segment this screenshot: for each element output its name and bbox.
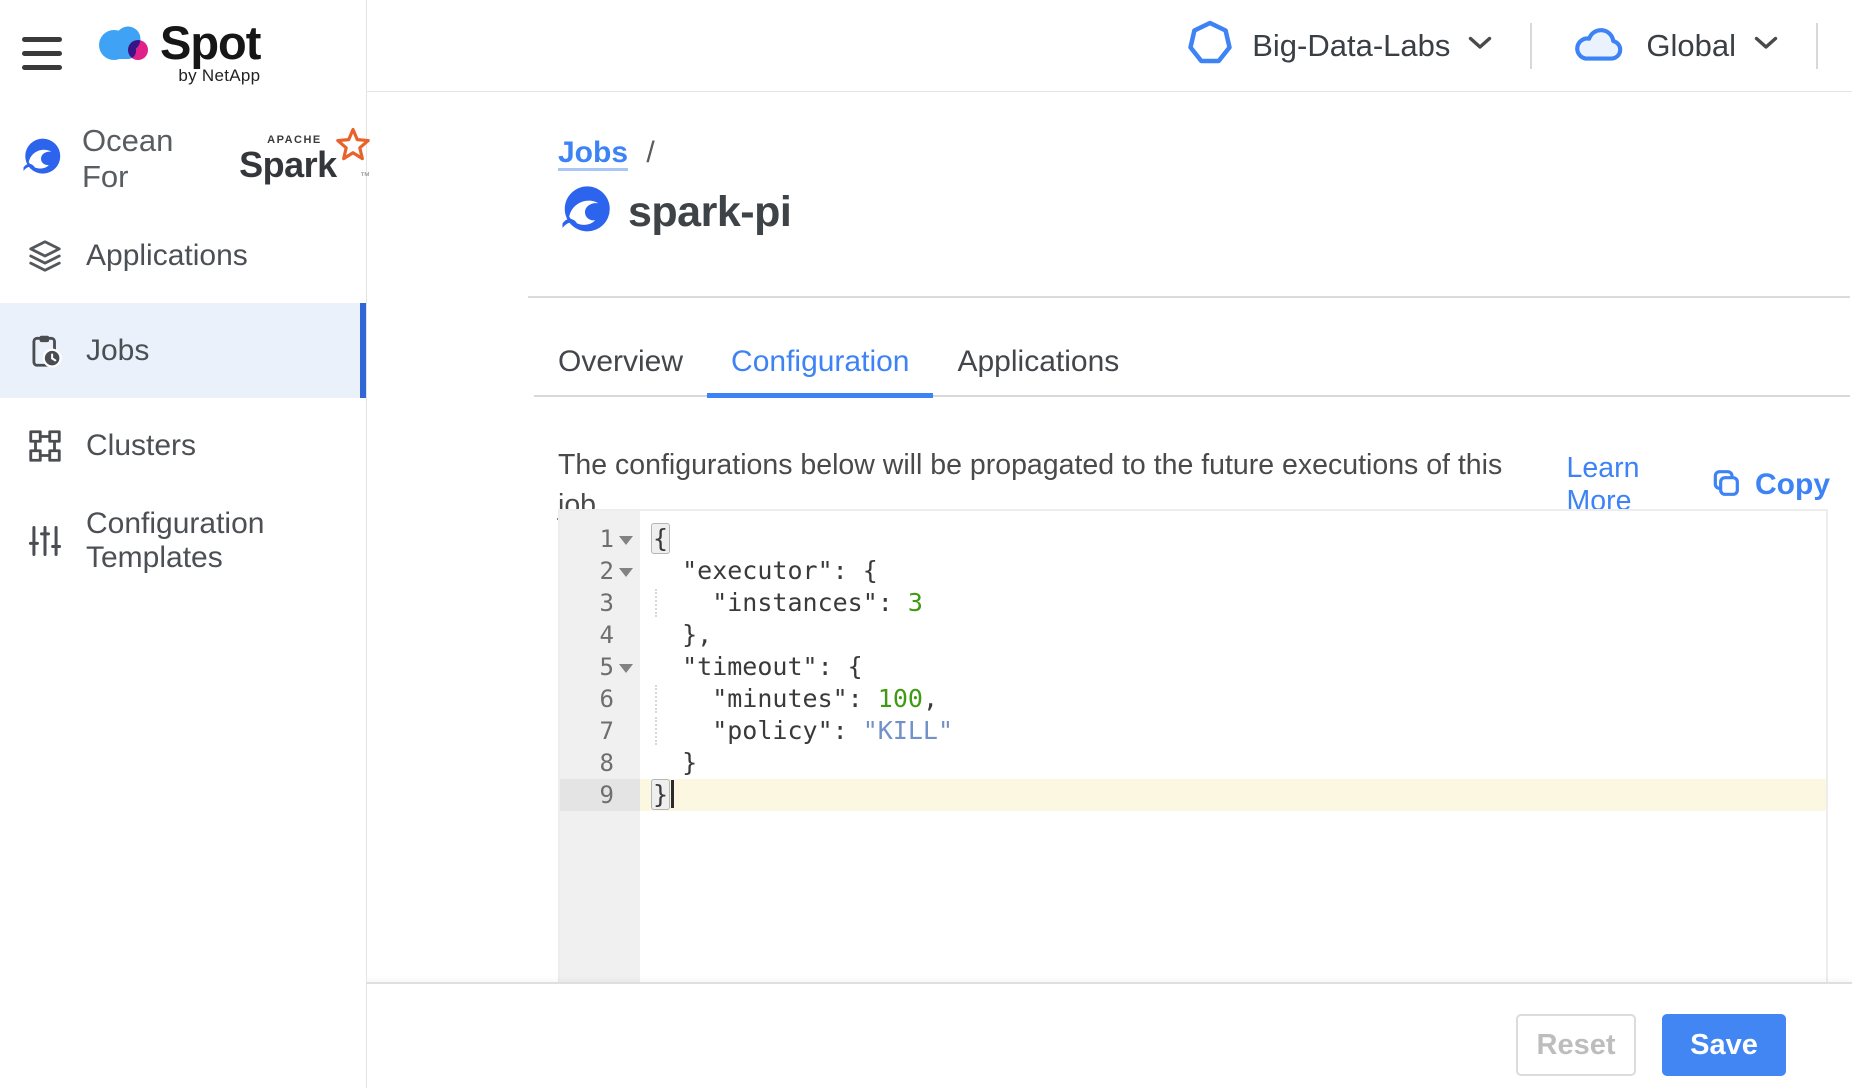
ocean-wave-icon [20,136,62,183]
heptagon-icon [1186,19,1234,72]
main-content: Jobs / spark-pi Overview Configuration A… [366,93,1852,1088]
gutter-line-number: 1 [560,523,640,555]
gutter-line-number: 6 [560,683,640,715]
org-label: Big-Data-Labs [1252,28,1450,64]
spark-wordmark: Spark [239,144,337,186]
gutter-line-number: 8 [560,747,640,779]
sidebar-item-applications[interactable]: Applications [0,208,366,303]
sidebar-item-label: Clusters [86,429,196,463]
gutter-line-number: 5 [560,651,640,683]
code-line: "timeout": { [640,651,1826,683]
ocean-wave-icon [558,183,612,242]
fold-arrow-icon[interactable] [614,555,638,587]
sidebar: Spot by NetApp Ocean For APACHE Spark ™ [0,0,367,1088]
brand-byline: by NetApp [178,66,260,86]
code-line: }, [640,619,1826,651]
breadcrumb: Jobs / [558,136,655,170]
code-line: "minutes": 100, [640,683,1826,715]
code-line: "executor": { [640,555,1826,587]
tab-configuration[interactable]: Configuration [707,345,933,398]
text-cursor [671,780,674,808]
code-editor[interactable]: { "executor": { "instances": 3 }, "timeo… [640,511,1826,982]
gutter-line-number: 4 [560,619,640,651]
cloud-icon [1570,21,1628,70]
breadcrumb-jobs-link[interactable]: Jobs [558,136,628,169]
breadcrumb-separator: / [646,136,654,169]
scope-label: Global [1646,28,1736,64]
fold-arrow-icon[interactable] [614,651,638,683]
ocean-for-spark-logo[interactable]: Ocean For APACHE Spark ™ [20,134,366,184]
code-line: { [640,523,1826,555]
editor-gutter: 1 2 3 4 5 6 [560,511,640,982]
tab-applications[interactable]: Applications [933,345,1143,398]
org-selector[interactable]: Big-Data-Labs [1186,19,1492,72]
copy-label: Copy [1755,468,1830,502]
sidebar-item-configuration-templates[interactable]: Configuration Templates [0,493,366,588]
fold-arrow-icon[interactable] [614,523,638,555]
tab-bar: Overview Configuration Applications [534,345,1850,397]
code-line-active: } [640,779,1826,811]
clusters-icon [26,427,64,465]
scope-selector[interactable]: Global [1570,21,1778,70]
clipboard-clock-icon [26,332,64,370]
page-title: spark-pi [628,188,791,237]
topbar: Big-Data-Labs Global [366,0,1852,92]
gutter-line-number: 2 [560,555,640,587]
divider [1816,23,1818,69]
save-button[interactable]: Save [1662,1014,1786,1076]
divider [528,296,1850,298]
trademark: ™ [360,171,370,182]
copy-icon [1710,467,1742,504]
code-line: } [640,747,1826,779]
title-row: spark-pi [558,183,791,242]
sidebar-item-clusters[interactable]: Clusters [0,398,366,493]
code-line: "policy": "KILL" [640,715,1826,747]
spot-cloud-icon [94,18,154,73]
chevron-down-icon [1754,36,1778,55]
gutter-line-number: 7 [560,715,640,747]
spot-logo[interactable]: Spot by NetApp [94,18,260,86]
spark-star-icon [334,126,372,169]
hamburger-menu-button[interactable] [22,37,62,70]
sidebar-menu: Applications Jobs [0,208,366,588]
json-editor: 1 2 3 4 5 6 [558,509,1828,982]
product-prefix: Ocean For [82,123,227,195]
sidebar-item-label: Jobs [86,334,149,368]
sliders-icon [26,522,64,560]
copy-button[interactable]: Copy [1710,467,1830,504]
apache-spark-logo: APACHE Spark ™ [239,134,366,184]
reset-button[interactable]: Reset [1516,1014,1636,1076]
footer-bar: Reset Save [366,982,1852,1090]
code-line: "instances": 3 [640,587,1826,619]
brand-name: Spot [160,18,260,68]
chevron-down-icon [1468,36,1492,55]
sidebar-item-label: Configuration Templates [86,507,366,575]
layers-icon [26,237,64,275]
divider [1530,23,1532,69]
gutter-line-number: 3 [560,587,640,619]
tab-overview[interactable]: Overview [534,345,707,398]
sidebar-item-label: Applications [86,239,248,273]
gutter-line-number-active: 9 [560,779,640,811]
sidebar-item-jobs[interactable]: Jobs [0,303,366,398]
